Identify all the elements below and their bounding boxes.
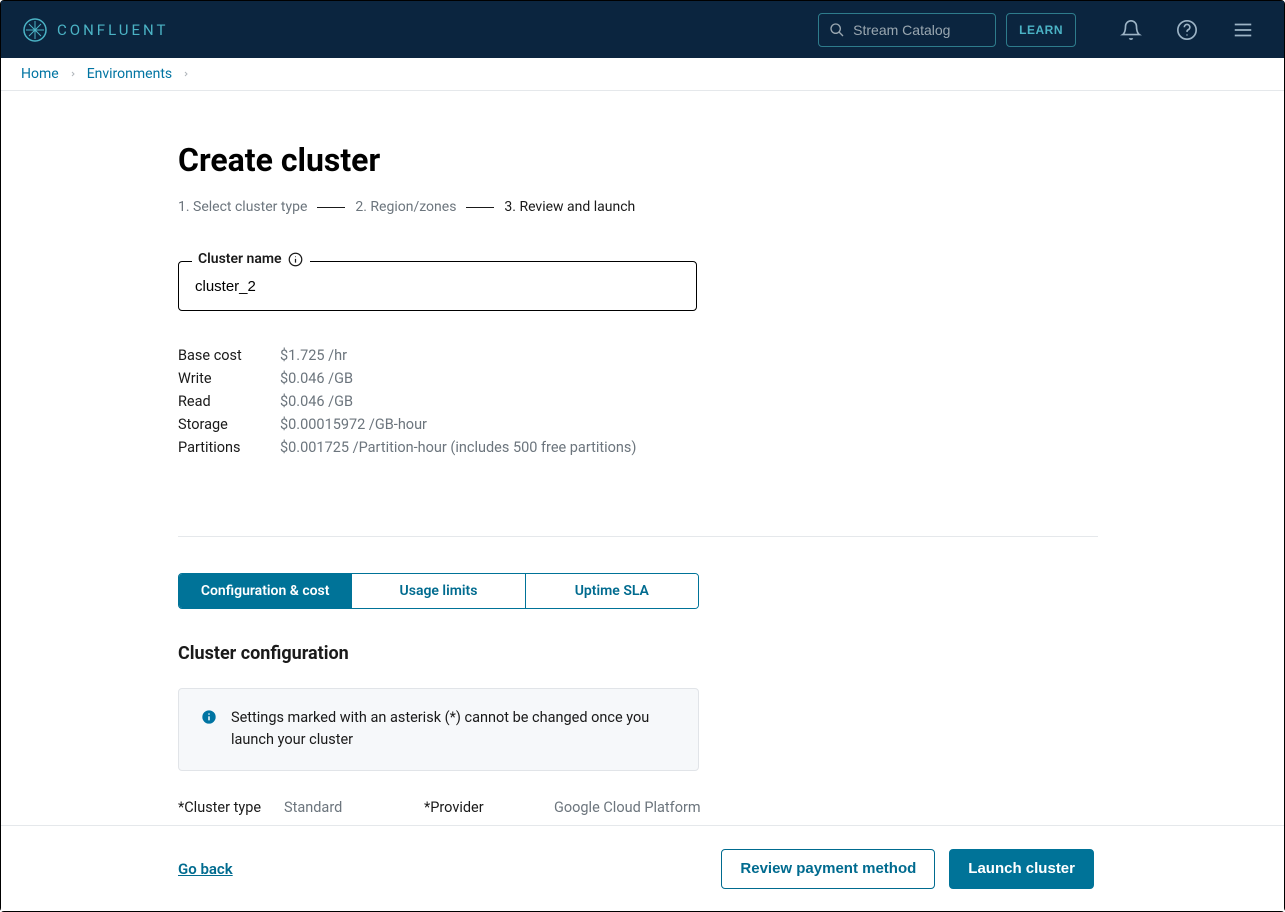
search-box[interactable] (818, 13, 996, 47)
brand-logo[interactable]: CONFLUENT (23, 18, 168, 42)
cluster-name-input[interactable] (178, 261, 697, 311)
step-2: 2. Region/zones (355, 199, 456, 215)
cost-value: $0.001725 /Partition-hour (includes 500 … (280, 439, 874, 456)
search-input[interactable] (853, 22, 985, 38)
info-icon[interactable] (288, 251, 304, 267)
info-icon (201, 709, 217, 752)
step-3: 3. Review and launch (504, 199, 635, 215)
cost-value: $1.725 /hr (280, 347, 874, 364)
launch-cluster-button[interactable]: Launch cluster (949, 849, 1094, 889)
breadcrumb: Home Environments (1, 58, 1284, 91)
cost-list: Base cost $1.725 /hr Write $0.046 /GB Re… (178, 347, 874, 456)
confluent-logo-icon (23, 18, 47, 42)
cost-label: Partitions (178, 439, 280, 456)
wizard-steps: 1. Select cluster type 2. Region/zones 3… (178, 199, 874, 215)
tab-configuration-cost[interactable]: Configuration & cost (179, 574, 352, 608)
cost-value: $0.046 /GB (280, 370, 874, 387)
app-header: CONFLUENT LEARN (1, 1, 1284, 58)
config-value: Standard (284, 799, 424, 816)
config-value: Google Cloud Platform (554, 799, 874, 816)
learn-button[interactable]: LEARN (1006, 13, 1076, 47)
info-notice: Settings marked with an asterisk (*) can… (178, 688, 699, 771)
notifications-icon[interactable] (1110, 9, 1152, 51)
step-1: 1. Select cluster type (178, 199, 307, 215)
divider (178, 536, 1098, 537)
tab-uptime-sla[interactable]: Uptime SLA (526, 574, 698, 608)
main-content: Create cluster 1. Select cluster type 2.… (1, 91, 1284, 825)
chevron-right-icon (69, 66, 77, 82)
config-label: *Cluster type (178, 799, 284, 816)
breadcrumb-home[interactable]: Home (21, 66, 59, 82)
cluster-name-field: Cluster name (178, 261, 697, 311)
go-back-link[interactable]: Go back (178, 860, 233, 878)
cost-label: Base cost (178, 347, 280, 364)
menu-icon[interactable] (1222, 9, 1264, 51)
review-payment-button[interactable]: Review payment method (721, 849, 935, 889)
brand-text: CONFLUENT (57, 21, 168, 39)
section-title: Cluster configuration (178, 643, 874, 664)
cost-label: Write (178, 370, 280, 387)
footer-bar: Go back Review payment method Launch clu… (1, 825, 1284, 911)
tab-usage-limits[interactable]: Usage limits (352, 574, 525, 608)
notice-text: Settings marked with an asterisk (*) can… (231, 707, 676, 752)
cost-label: Storage (178, 416, 280, 433)
chevron-right-icon (182, 66, 190, 82)
cost-value: $0.00015972 /GB-hour (280, 416, 874, 433)
cost-value: $0.046 /GB (280, 393, 874, 410)
cluster-name-label: Cluster name (192, 251, 310, 267)
breadcrumb-environments[interactable]: Environments (87, 66, 172, 82)
help-icon[interactable] (1166, 9, 1208, 51)
search-icon (829, 22, 845, 38)
cost-label: Read (178, 393, 280, 410)
config-tabs: Configuration & cost Usage limits Uptime… (178, 573, 699, 609)
config-grid: *Cluster type Standard *Provider Google … (178, 799, 874, 816)
page-title: Create cluster (178, 141, 874, 179)
config-label: *Provider (424, 799, 554, 816)
